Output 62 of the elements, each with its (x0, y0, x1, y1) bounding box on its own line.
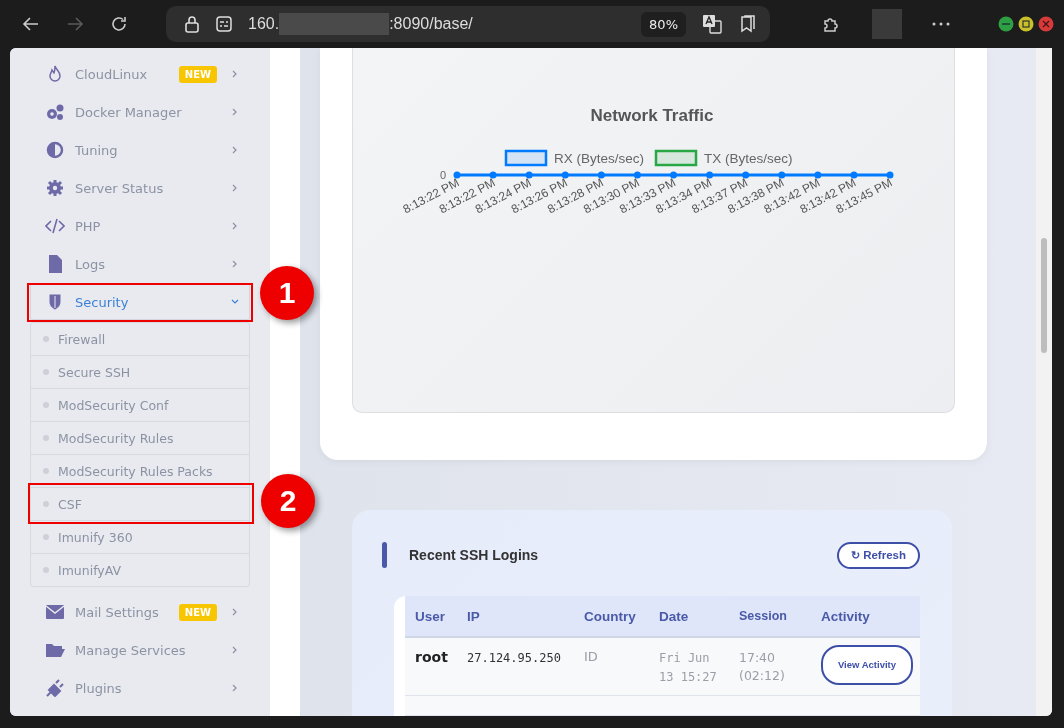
plug-icon (45, 679, 65, 697)
sidebar-item[interactable]: Manage Services (30, 631, 250, 669)
submenu-item[interactable]: Secure SSH (31, 355, 249, 388)
table-cell-text: 27.124.95.250 (466, 650, 562, 667)
column-header: Date (658, 608, 690, 624)
new-badge: NEW (178, 603, 217, 621)
table-cell-text: root (414, 649, 449, 665)
column-header: IP (466, 608, 481, 624)
scrollbar-thumb[interactable] (1041, 238, 1047, 353)
address-bar[interactable]: 160. :8090/base/ 80% (166, 6, 770, 42)
url-text: 160. (248, 15, 280, 33)
arrow-right-icon (66, 15, 84, 33)
refresh-button[interactable]: ↻ Refresh (836, 541, 920, 569)
sidebar-item[interactable]: Plugins (30, 669, 250, 707)
submenu-item[interactable]: ModSecurity Conf (31, 388, 249, 421)
legend-label: RX (Bytes/sec) (553, 151, 644, 166)
axis-tick: 0 (439, 169, 446, 181)
sidebar-item[interactable]: Tuning (30, 131, 250, 169)
new-badge: NEW (178, 65, 217, 83)
more-icon[interactable] (932, 22, 950, 26)
code-icon (45, 217, 65, 235)
half-circle-icon (45, 141, 65, 159)
column-header: Activity (820, 608, 871, 624)
maximize-button[interactable] (1018, 16, 1034, 32)
sidebar-item[interactable]: CloudLinux NEW (30, 55, 250, 93)
column-header: Session (738, 607, 788, 625)
card-title: Recent SSH Logins (409, 547, 539, 563)
envelope-icon (45, 603, 65, 621)
legend-label: TX (Bytes/sec) (703, 151, 792, 166)
reload-icon (110, 15, 128, 33)
submenu-item[interactable]: CSF (31, 487, 249, 520)
sidebar-item[interactable]: Security (30, 284, 250, 320)
chart-title: Network Traffic (590, 106, 713, 125)
submenu-item[interactable]: Firewall (31, 323, 249, 355)
submenu-item[interactable]: ImunifyAV (31, 553, 249, 586)
accent-bar (382, 542, 387, 568)
submenu-item[interactable]: Imunify 360 (31, 520, 249, 553)
sidebar-item[interactable]: PHP (30, 207, 250, 245)
column-header: Country (583, 608, 637, 624)
sidebar-item[interactable]: Server Status (30, 169, 250, 207)
view-activity-button[interactable]: View Activity (821, 645, 913, 685)
favorites-icon[interactable] (738, 15, 756, 33)
submenu-item[interactable]: ModSecurity Rules Packs (31, 454, 249, 487)
sidebar-item[interactable]: Logs (30, 245, 250, 283)
sidebar-item[interactable]: Docker Manager (30, 93, 250, 131)
column-header: User (414, 608, 447, 624)
close-button[interactable] (1038, 16, 1054, 32)
submenu-item[interactable]: ModSecurity Rules (31, 421, 249, 454)
url-text: :8090/base/ (389, 15, 473, 33)
folder-icon (45, 641, 65, 659)
minimize-button[interactable] (998, 16, 1014, 32)
table-cell-text: Fri Jun 13 15:27 (658, 650, 718, 686)
site-info-icon[interactable] (216, 16, 232, 32)
gear-icon (45, 179, 65, 197)
sidebar-item[interactable]: Mail Settings NEW (30, 593, 250, 631)
arrow-left-icon (22, 15, 40, 33)
gears-icon (45, 103, 65, 121)
lock-icon[interactable] (184, 15, 200, 33)
zoom-badge[interactable]: 80% (641, 11, 686, 37)
table-cell-text: ID (583, 649, 599, 664)
table-cell-text: 17:40 (02:12) (738, 649, 786, 686)
translate-icon[interactable] (702, 14, 722, 34)
